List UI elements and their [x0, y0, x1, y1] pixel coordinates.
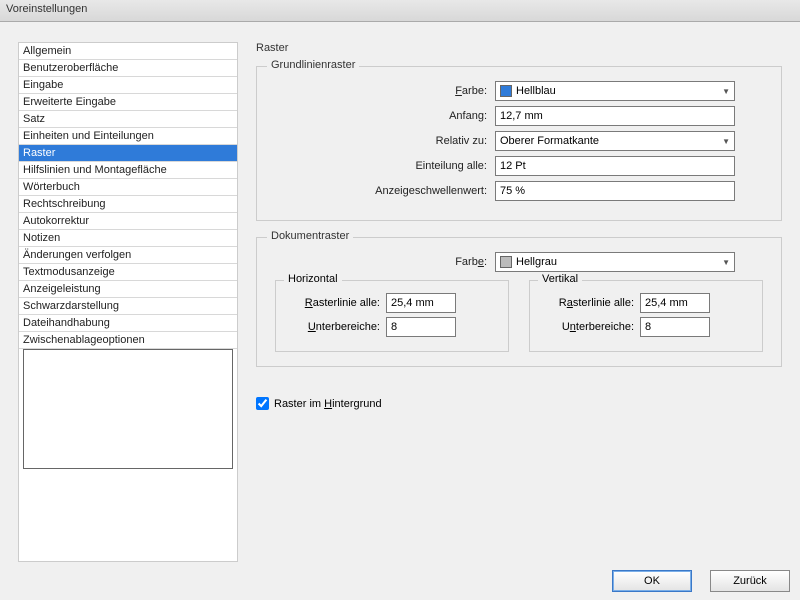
main-panel: Raster Grundlinienraster Farbe: Hellblau… [248, 42, 790, 562]
v-gridline-label: Rasterlinie alle: [540, 297, 640, 309]
sidebar-item[interactable]: Notizen [19, 230, 237, 247]
color-swatch-icon [500, 85, 512, 97]
threshold-label: Anzeigeschwellenwert: [275, 185, 495, 197]
dialog-content: AllgemeinBenutzeroberflächeEingabeErweit… [0, 22, 800, 562]
vertical-title: Vertikal [538, 273, 582, 285]
baseline-color-value: Hellblau [516, 85, 556, 97]
v-gridline-input[interactable] [640, 293, 710, 313]
relative-to-dropdown[interactable]: Oberer Formatkante ▼ [495, 131, 735, 151]
division-input[interactable] [495, 156, 735, 176]
sidebar-item[interactable]: Satz [19, 111, 237, 128]
horizontal-subgroup: Horizontal Rasterlinie alle: Unterbereic… [275, 280, 509, 352]
sidebar-item[interactable]: Hilfslinien und Montagefläche [19, 162, 237, 179]
background-checkbox-row: Raster im Hintergrund [256, 397, 782, 410]
relative-value: Oberer Formatkante [500, 135, 599, 147]
baseline-color-dropdown[interactable]: Hellblau ▼ [495, 81, 735, 101]
v-sub-label: Unterbereiche: [540, 321, 640, 333]
background-checkbox[interactable] [256, 397, 269, 410]
sidebar-item[interactable]: Raster [19, 145, 237, 162]
relative-label: Relativ zu: [275, 135, 495, 147]
titlebar: Voreinstellungen [0, 0, 800, 22]
start-input[interactable] [495, 106, 735, 126]
sidebar-item[interactable]: Erweiterte Eingabe [19, 94, 237, 111]
category-list: AllgemeinBenutzeroberflächeEingabeErweit… [19, 43, 237, 349]
document-grid-title: Dokumentraster [267, 230, 353, 242]
chevron-down-icon: ▼ [722, 137, 730, 146]
horizontal-title: Horizontal [284, 273, 342, 285]
baseline-grid-title: Grundlinienraster [267, 59, 359, 71]
docgrid-color-dropdown[interactable]: Hellgrau ▼ [495, 252, 735, 272]
sidebar-item[interactable]: Zwischenablageoptionen [19, 332, 237, 349]
sidebar-preview-box [23, 349, 233, 469]
background-label[interactable]: Raster im Hintergrund [274, 398, 382, 410]
h-gridline-label: Rasterlinie alle: [286, 297, 386, 309]
ok-button[interactable]: OK [612, 570, 692, 592]
sidebar-item[interactable]: Benutzeroberfläche [19, 60, 237, 77]
sidebar-item[interactable]: Dateihandhabung [19, 315, 237, 332]
window-title: Voreinstellungen [6, 3, 87, 15]
vertical-subgroup: Vertikal Rasterlinie alle: Unterbereiche… [529, 280, 763, 352]
sidebar-item[interactable]: Rechtschreibung [19, 196, 237, 213]
threshold-input[interactable] [495, 181, 735, 201]
category-sidebar: AllgemeinBenutzeroberflächeEingabeErweit… [18, 42, 238, 562]
doc-color-label: Farbe: [275, 256, 495, 268]
v-sub-input[interactable] [640, 317, 710, 337]
sidebar-item[interactable]: Allgemein [19, 43, 237, 60]
h-gridline-input[interactable] [386, 293, 456, 313]
document-grid-group: Dokumentraster Farbe: Hellgrau ▼ Horizon… [256, 237, 782, 367]
h-sub-label: Unterbereiche: [286, 321, 386, 333]
color-swatch-icon [500, 256, 512, 268]
sidebar-item[interactable]: Einheiten und Einteilungen [19, 128, 237, 145]
docgrid-color-value: Hellgrau [516, 256, 557, 268]
sidebar-item[interactable]: Wörterbuch [19, 179, 237, 196]
back-button[interactable]: Zurück [710, 570, 790, 592]
baseline-grid-group: Grundlinienraster Farbe: Hellblau ▼ Anfa… [256, 66, 782, 221]
dialog-buttons: OK Zurück [612, 570, 790, 592]
sidebar-item[interactable]: Eingabe [19, 77, 237, 94]
sidebar-item[interactable]: Änderungen verfolgen [19, 247, 237, 264]
division-label: Einteilung alle: [275, 160, 495, 172]
chevron-down-icon: ▼ [722, 87, 730, 96]
h-sub-input[interactable] [386, 317, 456, 337]
start-label: Anfang: [275, 110, 495, 122]
sidebar-item[interactable]: Anzeigeleistung [19, 281, 237, 298]
chevron-down-icon: ▼ [722, 258, 730, 267]
sidebar-item[interactable]: Autokorrektur [19, 213, 237, 230]
color-label: Farbe: [275, 85, 495, 97]
sidebar-item[interactable]: Schwarzdarstellung [19, 298, 237, 315]
sidebar-item[interactable]: Textmodusanzeige [19, 264, 237, 281]
page-title: Raster [256, 42, 782, 54]
